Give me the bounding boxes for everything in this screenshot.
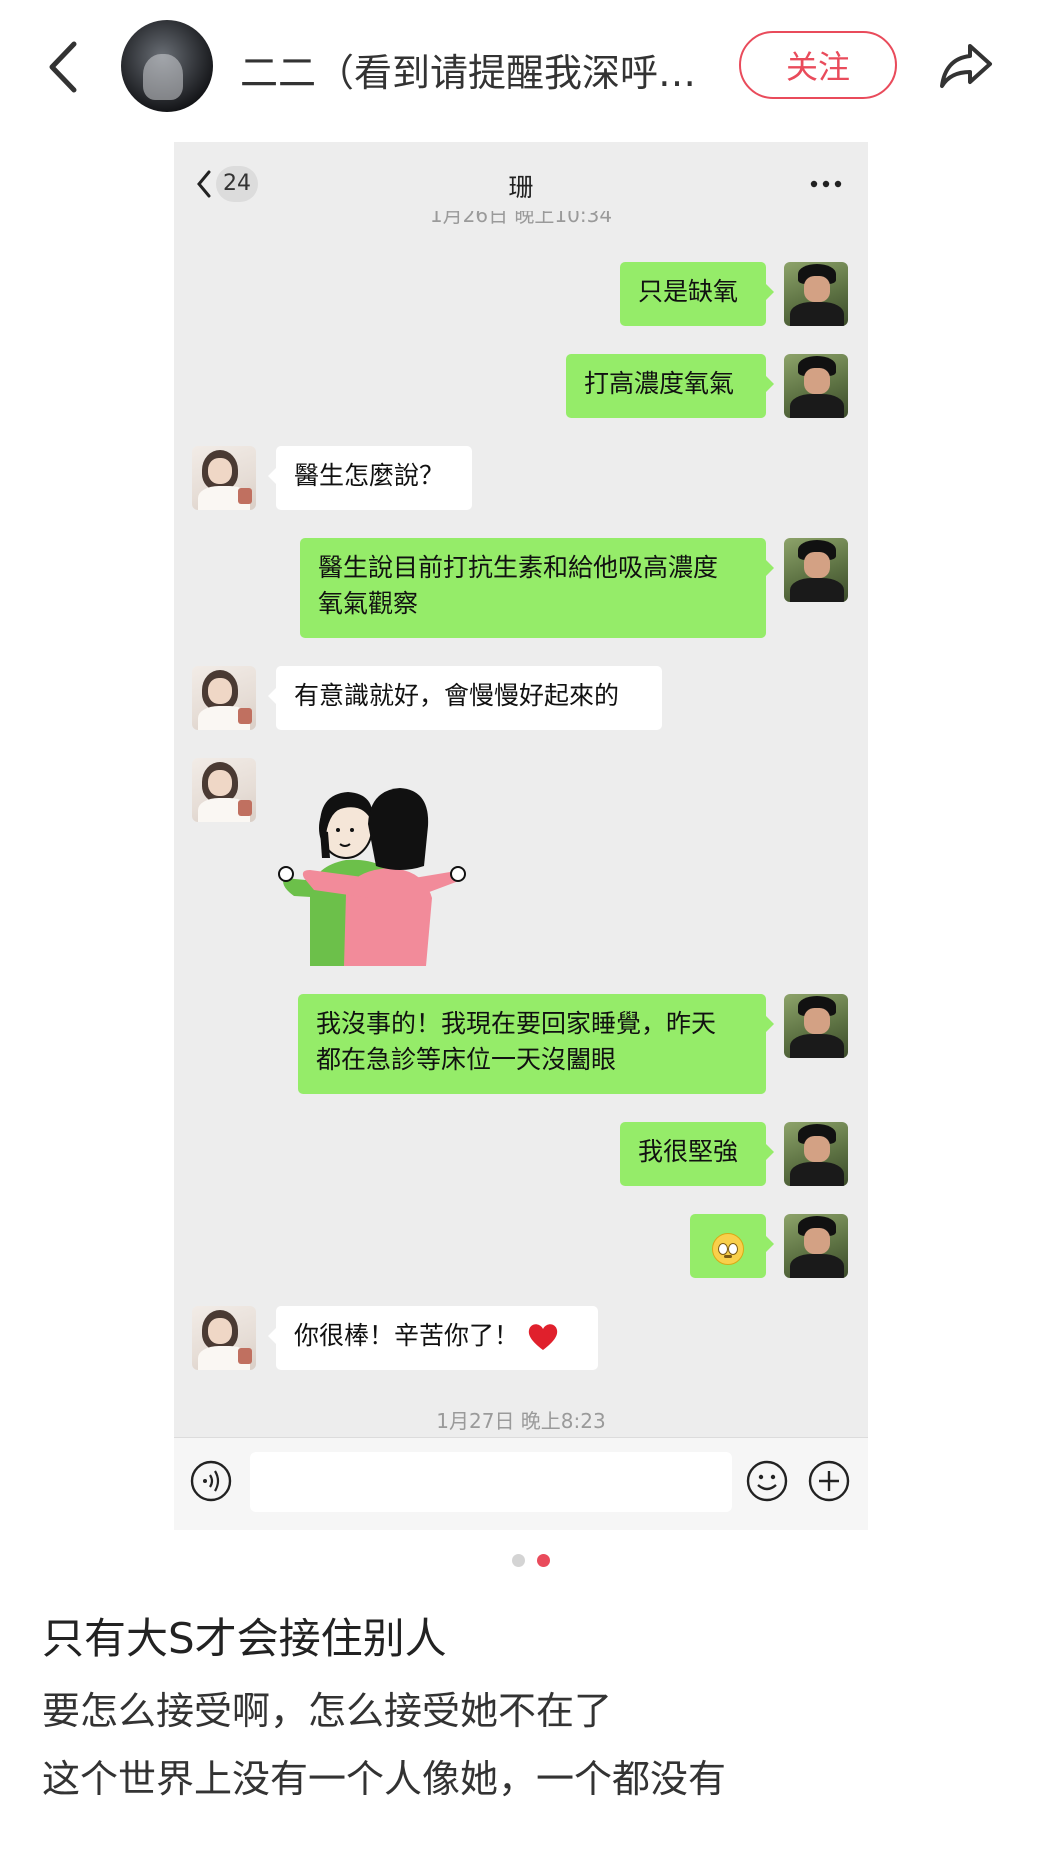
message-bubble[interactable]: 有意識就好，會慢慢好起來的 — [268, 666, 662, 730]
message-bubble[interactable]: 你很棒！辛苦你了！ — [268, 1306, 598, 1370]
chat-input-bar — [174, 1437, 868, 1530]
contact-avatar[interactable] — [192, 666, 256, 730]
message-bubble[interactable]: 打高濃度氧氣 — [566, 354, 774, 418]
my-avatar[interactable] — [784, 538, 848, 602]
share-icon — [940, 44, 992, 88]
message-bubble[interactable]: 只是缺氧 — [620, 262, 774, 326]
smiley-icon — [746, 1460, 788, 1502]
my-avatar[interactable] — [784, 1214, 848, 1278]
message-bubble[interactable]: 醫生怎麼說？ — [268, 446, 472, 510]
chat-timestamp: 1月26日 晚上10:34 — [429, 211, 613, 227]
pager-dot-active[interactable] — [536, 1554, 550, 1567]
voice-button[interactable] — [190, 1460, 232, 1502]
my-avatar[interactable] — [784, 262, 848, 326]
chat-screenshot: 24 珊 1月26日 晚上10:34 只是缺氧 打高濃度氧氣 醫生怎麼說？ 醫生… — [174, 142, 868, 1530]
red-heart-icon — [528, 1324, 558, 1350]
my-avatar[interactable] — [784, 354, 848, 418]
message-line: 都在急診等床位一天沒闔眼 — [316, 1045, 617, 1074]
chat-timestamp: 1月27日 晚上8:23 — [436, 1409, 606, 1433]
message-input[interactable] — [250, 1452, 732, 1512]
chat-contact-name: 珊 — [508, 173, 534, 202]
emoji-button[interactable] — [746, 1460, 788, 1502]
message-line: 我沒事的！我現在要回家睡覺，昨天 — [316, 1009, 717, 1038]
contact-avatar[interactable] — [192, 1306, 256, 1370]
message-bubble[interactable]: 我很堅強 — [620, 1122, 774, 1186]
share-button[interactable] — [938, 40, 994, 92]
pager-dot[interactable] — [511, 1554, 525, 1567]
my-avatar[interactable] — [784, 1122, 848, 1186]
pleading-face-icon — [712, 1233, 744, 1265]
post-header: 二二（看到请提醒我深呼… 关注 — [0, 0, 1061, 135]
more-dots-icon — [810, 180, 842, 188]
post-body-line: 这个世界上没有一个人像她，一个都没有 — [42, 1757, 727, 1801]
voice-icon — [190, 1460, 232, 1502]
author-name[interactable]: 二二（看到请提醒我深呼… — [240, 42, 710, 97]
hug-sticker[interactable] — [274, 774, 474, 966]
message-bubble[interactable] — [690, 1214, 774, 1278]
contact-avatar[interactable] — [192, 758, 256, 822]
message-line: 氧氣觀察 — [318, 589, 419, 618]
message-bubble[interactable]: 我沒事的！我現在要回家睡覺，昨天 都在急診等床位一天沒闔眼 — [298, 994, 774, 1094]
contact-avatar[interactable] — [192, 446, 256, 510]
message-line: 醫生說目前打抗生素和給他吸高濃度 — [318, 553, 719, 582]
more-functions-button[interactable] — [808, 1460, 850, 1502]
chevron-left-icon — [49, 41, 77, 93]
more-options-button[interactable] — [808, 176, 844, 192]
plus-icon — [808, 1460, 850, 1502]
back-button[interactable] — [40, 38, 88, 96]
post-title: 只有大S才会接住别人 — [42, 1614, 447, 1663]
my-avatar[interactable] — [784, 994, 848, 1058]
image-pager — [0, 1554, 1061, 1568]
hug-sticker-icon — [278, 788, 466, 966]
message-text: 你很棒！辛苦你了！ — [294, 1321, 520, 1350]
post-body-line: 要怎么接受啊，怎么接受她不在了 — [42, 1689, 613, 1733]
follow-button[interactable]: 关注 — [739, 31, 897, 99]
author-avatar[interactable] — [121, 20, 213, 112]
message-bubble[interactable]: 醫生說目前打抗生素和給他吸高濃度 氧氣觀察 — [300, 538, 774, 638]
